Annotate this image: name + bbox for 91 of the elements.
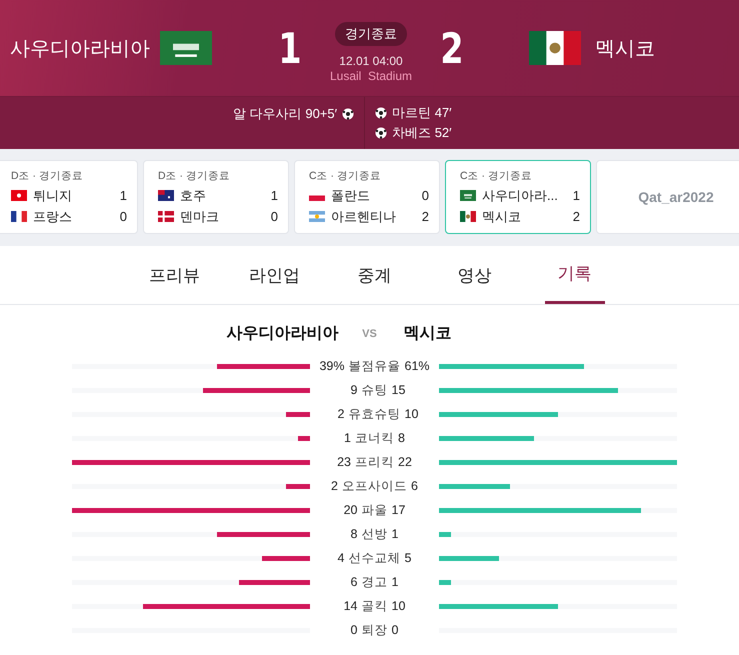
team-name: 폴란드 <box>331 186 371 204</box>
stat-value: 15 <box>390 383 406 397</box>
stat-value: 14 <box>344 599 358 613</box>
match-status: C조 · 경기종료 <box>460 169 533 183</box>
stat-value: 20 <box>344 503 358 517</box>
stat-value: 4 <box>338 551 346 565</box>
match-status: D조 · 경기종료 <box>158 169 231 183</box>
match-card[interactable]: D조 · 경기종료 튀니지 1 프랑스 0 <box>0 160 138 234</box>
stat-value: 23 <box>337 455 352 469</box>
match-card[interactable]: C조 · 경기종료 사우디아라... 1 멕시코 2 <box>445 160 591 234</box>
away-team-name: 멕시코 <box>595 36 655 62</box>
away-score: 2 <box>440 24 464 72</box>
status-badge: 경기종료 <box>335 22 407 46</box>
tab[interactable]: 중계 <box>324 246 424 304</box>
stat-value: 0 <box>350 623 358 637</box>
home-team-name: 사우디아라비아 <box>10 36 150 62</box>
flag-icon <box>11 190 27 201</box>
stat-value: 1 <box>390 527 400 541</box>
flag-icon <box>309 211 325 222</box>
flag-icon <box>158 190 174 201</box>
goal-scorer: 차베즈 52′ <box>392 124 452 142</box>
stat-value: 10 <box>390 599 406 613</box>
tab[interactable]: 영상 <box>424 246 524 304</box>
stat-label: 볼점유율 <box>348 358 400 374</box>
team-name: 호주 <box>180 186 207 204</box>
stat-label: 파울 <box>362 502 388 518</box>
tournament-logo: Qat_ar2022 <box>638 189 714 205</box>
team-name: 튀니지 <box>33 186 73 204</box>
stat-value: 8 <box>350 527 358 541</box>
team-score: 1 <box>118 188 127 203</box>
soccer-ball-icon <box>375 107 388 119</box>
stat-label: 퇴장 <box>362 622 388 638</box>
team-score: 0 <box>270 209 278 224</box>
match-card[interactable]: D조 · 경기종료 호주 1 덴마크 0 <box>143 160 289 234</box>
stat-value: 10 <box>404 407 420 421</box>
stat-label: 유효슈팅 <box>348 406 400 422</box>
tab[interactable]: 라인업 <box>224 246 324 304</box>
flag-icon <box>158 211 174 222</box>
stat-label: 슈팅 <box>362 382 388 398</box>
venue-name: Lusail Stadium <box>330 68 412 82</box>
team-score: 1 <box>572 188 580 203</box>
stat-label: 오프사이드 <box>342 478 407 494</box>
stat-label: 선수교체 <box>348 550 400 566</box>
team-name: 덴마크 <box>180 208 220 226</box>
match-card[interactable]: C조 · 경기종료 폴란드 0 아르헨티나 2 <box>294 160 440 234</box>
flag-icon <box>460 190 476 201</box>
vs-label: VS <box>362 328 377 340</box>
stat-value: 8 <box>397 431 406 445</box>
stat-value: 9 <box>350 383 358 397</box>
goal-scorer: 마르틴 47′ <box>392 104 452 122</box>
flag-icon <box>460 211 476 222</box>
stat-value: 39% <box>319 359 346 373</box>
stat-value: 17 <box>390 503 406 517</box>
stat-value: 2 <box>331 479 339 493</box>
team-score: 0 <box>118 209 127 224</box>
stat-label: 골킥 <box>362 598 388 614</box>
away-team-name: 멕시코 <box>404 324 452 344</box>
flag-icon <box>160 31 212 65</box>
stat-label: 경고 <box>362 574 388 590</box>
stat-value: 22 <box>397 455 413 469</box>
team-name: 멕시코 <box>482 208 522 226</box>
flag-icon <box>529 31 581 65</box>
team-name: 사우디아라... <box>482 186 558 204</box>
stat-value: 2 <box>338 407 346 421</box>
stat-value: 1 <box>344 431 352 445</box>
team-score: 2 <box>572 209 580 224</box>
stat-value: 6 <box>410 479 419 493</box>
stat-label: 코너킥 <box>355 430 394 446</box>
soccer-ball-icon <box>342 108 354 120</box>
stat-value: 61% <box>404 359 431 373</box>
home-team-name: 사우디아라비아 <box>226 324 338 344</box>
stat-value: 5 <box>404 551 412 565</box>
tab[interactable]: 프리뷰 <box>124 246 224 304</box>
soccer-ball-icon <box>375 127 388 139</box>
match-status: C조 · 경기종료 <box>309 169 382 183</box>
team-score: 0 <box>420 188 429 203</box>
team-name: 프랑스 <box>33 208 73 226</box>
match-datetime: 12.01 04:00 <box>339 54 403 68</box>
home-score: 1 <box>278 24 302 72</box>
team-name: 아르헨티나 <box>331 208 397 226</box>
team-score: 2 <box>420 209 429 224</box>
stat-label: 선방 <box>362 526 388 542</box>
team-score: 1 <box>270 188 278 203</box>
goal-scorer: 알 다우사리 90+5′ <box>233 105 338 123</box>
match-status: D조 · 경기종료 <box>11 169 84 183</box>
tab[interactable]: 기록 <box>544 246 604 304</box>
stat-value: 1 <box>390 575 400 589</box>
stat-value: 0 <box>390 623 400 637</box>
stat-value: 6 <box>350 575 358 589</box>
flag-icon <box>11 211 27 222</box>
stat-label: 프리킥 <box>355 454 394 470</box>
